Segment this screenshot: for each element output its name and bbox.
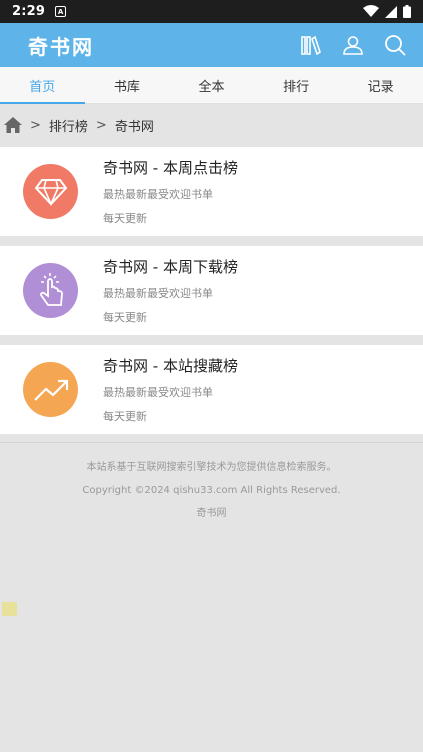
list-item-update: 每天更新 [103, 410, 147, 423]
breadcrumb: > 排行榜 > 奇书网 [0, 104, 423, 146]
battery-icon [403, 5, 411, 18]
list-item-text: 奇书网 - 本站搜藏榜 最热最新最受欢迎书单 每天更新 [103, 355, 238, 424]
tab-history[interactable]: 记录 [338, 67, 423, 103]
floating-widget[interactable] [2, 602, 17, 616]
breadcrumb-ranking[interactable]: 排行榜 [49, 116, 88, 135]
list-item-title: 奇书网 - 本周下载榜 [103, 258, 238, 276]
tab-complete[interactable]: 全本 [169, 67, 254, 103]
trend-up-icon [23, 362, 78, 417]
list-item-subtitle: 最热最新最受欢迎书单 [103, 386, 213, 399]
breadcrumb-current: 奇书网 [114, 119, 154, 135]
list-item[interactable]: 奇书网 - 本周点击榜 最热最新最受欢迎书单 每天更新 [0, 147, 423, 236]
status-time: 2:29 [12, 4, 46, 19]
search-icon[interactable] [383, 33, 407, 57]
books-icon[interactable] [299, 33, 323, 57]
diamond-icon [23, 164, 78, 219]
footer-site-name[interactable]: 奇书网 [0, 502, 423, 525]
notification-icon: A [55, 6, 67, 17]
footer-disclaimer: 本站系基于互联网搜索引擎技术为您提供信息检索服务。 [86, 462, 337, 473]
touch-icon [23, 263, 78, 318]
footer-copyright: Copyright ©2024 qishu33.com All Rights R… [82, 485, 341, 496]
signal-icon [385, 5, 397, 18]
page-footer: 本站系基于互联网搜索引擎技术为您提供信息检索服务。 Copyright ©202… [0, 456, 423, 525]
list-item-title: 奇书网 - 本周点击榜 [103, 159, 238, 177]
site-logo[interactable]: 奇书网 [28, 31, 94, 60]
footer-divider [0, 442, 423, 443]
list-item-update: 每天更新 [103, 212, 147, 225]
breadcrumb-separator: > [30, 117, 41, 133]
tab-ranking[interactable]: 排行 [254, 67, 339, 103]
list-item-text: 奇书网 - 本周下载榜 最热最新最受欢迎书单 每天更新 [103, 256, 238, 325]
header-actions [299, 33, 407, 57]
list-item[interactable]: 奇书网 - 本周下载榜 最热最新最受欢迎书单 每天更新 [0, 246, 423, 335]
list-item-update: 每天更新 [103, 311, 147, 324]
tab-library[interactable]: 书库 [85, 67, 170, 103]
list-item-title: 奇书网 - 本站搜藏榜 [103, 357, 238, 375]
tab-home[interactable]: 首页 [0, 67, 85, 104]
status-bar: 2:29 A [0, 0, 423, 23]
nav-tabs: 首页 书库 全本 排行 记录 [0, 67, 423, 104]
app-header: 奇书网 [0, 23, 423, 67]
wifi-icon [363, 5, 379, 17]
list-item-subtitle: 最热最新最受欢迎书单 [103, 188, 213, 201]
list-item-text: 奇书网 - 本周点击榜 最热最新最受欢迎书单 每天更新 [103, 157, 238, 226]
user-icon[interactable] [341, 33, 365, 57]
breadcrumb-separator: > [95, 117, 107, 133]
home-icon[interactable] [4, 117, 22, 133]
list-item-subtitle: 最热最新最受欢迎书单 [103, 287, 213, 300]
status-icons [363, 5, 411, 18]
list-item[interactable]: 奇书网 - 本站搜藏榜 最热最新最受欢迎书单 每天更新 [0, 345, 423, 434]
